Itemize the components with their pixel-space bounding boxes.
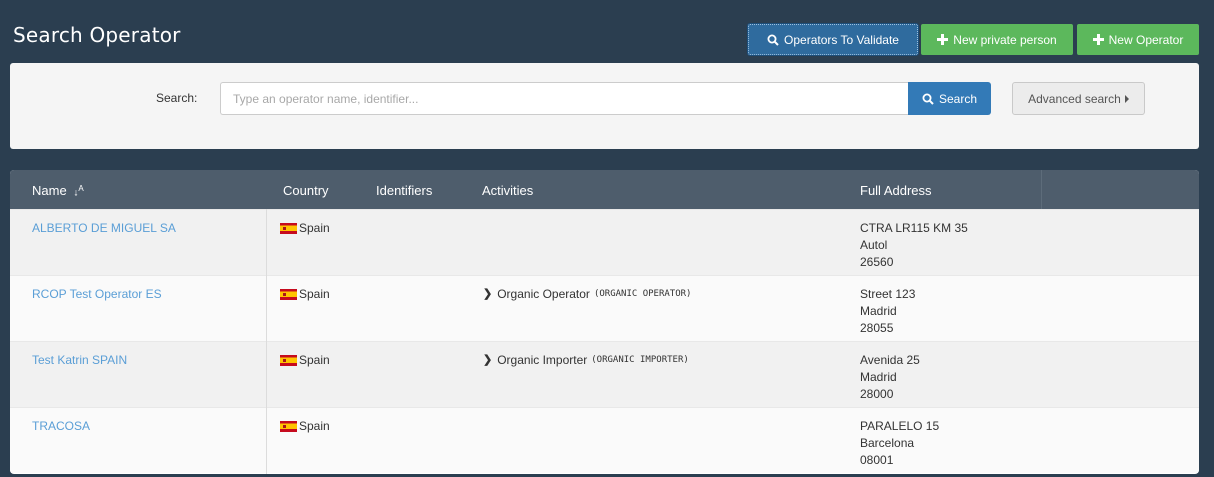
operator-name-link[interactable]: ALBERTO DE MIGUEL SA xyxy=(32,220,176,236)
operator-name-link[interactable]: RCOP Test Operator ES xyxy=(32,286,162,302)
country-cell: Spain xyxy=(280,418,330,434)
new-private-person-button[interactable]: New private person xyxy=(921,24,1073,55)
address-line: 08001 xyxy=(860,453,894,467)
address-line: Madrid xyxy=(860,304,897,318)
address-cell: PARALELO 15 Barcelona 08001 xyxy=(860,418,939,469)
spain-flag-icon xyxy=(280,354,297,366)
column-header-name[interactable]: Name ↓A xyxy=(32,183,84,198)
activity-cell[interactable]: ❯ Organic Operator (ORGANIC OPERATOR) xyxy=(483,286,691,302)
address-line: Barcelona xyxy=(860,436,915,450)
country-cell: Spain xyxy=(280,286,330,302)
country-cell: Spain xyxy=(280,220,330,236)
activity-code: (ORGANIC OPERATOR) xyxy=(593,289,692,299)
address-line: Madrid xyxy=(860,370,897,384)
country-label: Spain xyxy=(299,419,330,433)
search-icon xyxy=(922,93,934,105)
new-private-person-label: New private person xyxy=(953,32,1057,47)
activity-cell[interactable]: ❯ Organic Importer (ORGANIC IMPORTER) xyxy=(483,352,689,368)
advanced-search-button[interactable]: Advanced search xyxy=(1012,82,1145,115)
activity-label: Organic Operator xyxy=(497,287,590,301)
sort-alpha-icon[interactable]: ↓A xyxy=(73,185,83,198)
operators-table: Name ↓A Country Identifiers Activities F… xyxy=(10,170,1199,474)
address-line: Street 123 xyxy=(860,287,916,301)
activity-label: Organic Importer xyxy=(497,353,588,367)
new-operator-label: New Operator xyxy=(1108,32,1184,47)
spain-flag-icon xyxy=(280,222,297,234)
operator-name-link[interactable]: Test Katrin SPAIN xyxy=(32,352,127,368)
column-header-identifiers[interactable]: Identifiers xyxy=(376,183,432,198)
address-cell: Avenida 25 Madrid 28000 xyxy=(860,352,920,403)
search-button[interactable]: Search xyxy=(908,82,991,115)
address-line: Autol xyxy=(860,238,888,252)
table-row: ALBERTO DE MIGUEL SA Spain CTRA LR115 KM… xyxy=(10,209,1199,275)
address-cell: Street 123 Madrid 28055 xyxy=(860,286,915,337)
address-line: Avenida 25 xyxy=(860,353,920,367)
table-row: RCOP Test Operator ES Spain ❯ Organic Op… xyxy=(10,275,1199,341)
address-line: CTRA LR115 KM 35 xyxy=(860,221,968,235)
table-row: Test Katrin SPAIN Spain ❯ Organic Import… xyxy=(10,341,1199,407)
advanced-search-label: Advanced search xyxy=(1028,91,1121,106)
search-icon xyxy=(767,34,779,46)
address-line: 28055 xyxy=(860,321,894,335)
search-label: Search: xyxy=(156,91,198,105)
top-bar: Search Operator Operators To Validate Ne… xyxy=(0,0,1214,62)
search-panel: Search: Search Advanced search xyxy=(10,63,1199,149)
chevron-right-icon: ❯ xyxy=(483,288,493,300)
address-line: 26560 xyxy=(860,255,894,269)
spain-flag-icon xyxy=(280,420,297,432)
table-row: TRACOSA Spain PARALELO 15 Barcelona 0800… xyxy=(10,407,1199,473)
table-header: Name ↓A Country Identifiers Activities F… xyxy=(10,170,1199,209)
column-name-label: Name xyxy=(32,183,67,198)
operators-to-validate-button[interactable]: Operators To Validate xyxy=(747,23,919,56)
activity-code: (ORGANIC IMPORTER) xyxy=(591,355,689,365)
plus-icon xyxy=(937,34,949,45)
search-button-label: Search xyxy=(938,91,978,106)
caret-right-icon xyxy=(1124,94,1129,103)
search-input[interactable] xyxy=(220,82,908,115)
chevron-right-icon: ❯ xyxy=(483,354,493,366)
address-cell: CTRA LR115 KM 35 Autol 26560 xyxy=(860,220,968,271)
country-cell: Spain xyxy=(280,352,330,368)
new-operator-button[interactable]: New Operator xyxy=(1077,24,1199,55)
operators-to-validate-label: Operators To Validate xyxy=(784,32,899,47)
column-header-activities[interactable]: Activities xyxy=(482,183,533,198)
address-line: PARALELO 15 xyxy=(860,419,940,433)
page-title: Search Operator xyxy=(13,23,181,47)
column-separator xyxy=(266,209,267,474)
address-line: 28000 xyxy=(860,387,894,401)
plus-icon xyxy=(1092,34,1104,45)
country-label: Spain xyxy=(299,221,330,235)
column-header-country[interactable]: Country xyxy=(283,183,329,198)
spain-flag-icon xyxy=(280,288,297,300)
country-label: Spain xyxy=(299,353,330,367)
header-divider xyxy=(1041,170,1042,209)
country-label: Spain xyxy=(299,287,330,301)
operator-name-link[interactable]: TRACOSA xyxy=(32,418,90,434)
column-header-full-address[interactable]: Full Address xyxy=(860,183,932,198)
